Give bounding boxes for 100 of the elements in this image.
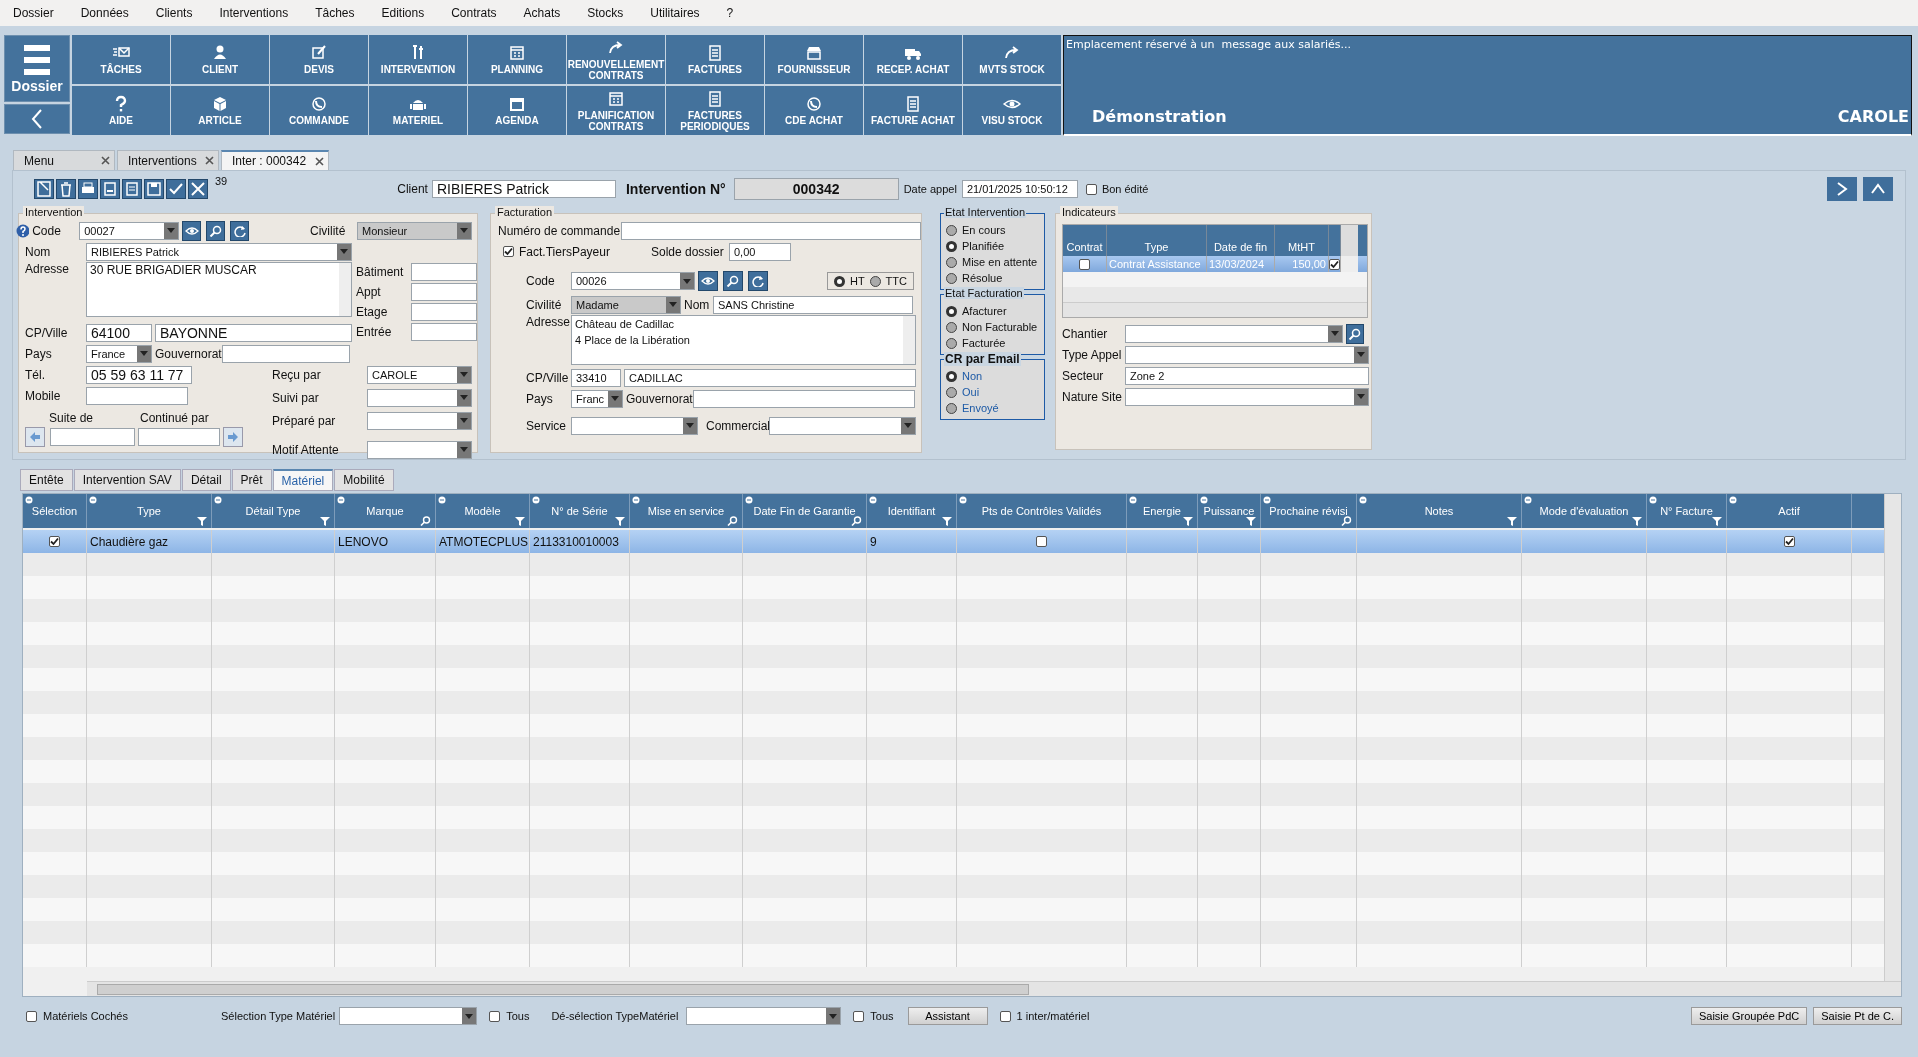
column-handle-icon[interactable] [25, 496, 33, 504]
column-handle-icon[interactable] [532, 496, 540, 504]
menu-item[interactable]: Interventions [206, 6, 303, 20]
checkbox[interactable] [1036, 536, 1047, 547]
up-button[interactable] [1863, 177, 1893, 201]
dropdown[interactable]: 00027 [79, 221, 180, 240]
toolbar-button[interactable]: RENOUVELLEMENT CONTRATS [567, 35, 665, 84]
column-header[interactable]: Type [87, 494, 212, 528]
radio-button[interactable] [946, 224, 957, 236]
document-tab[interactable]: Inter : 000342 [221, 150, 329, 170]
checkbox[interactable] [999, 1010, 1011, 1022]
column-header[interactable]: Modèle [436, 494, 530, 528]
dropdown[interactable] [367, 440, 472, 459]
horizontal-scrollbar[interactable] [1063, 302, 1367, 317]
search-icon[interactable] [727, 516, 738, 526]
address-field[interactable]: Château de Cadillac 4 Place de la Libération [571, 315, 916, 365]
dossier-button[interactable]: Dossier [4, 35, 70, 102]
eye-button[interactable] [698, 271, 718, 291]
dropdown[interactable] [1125, 324, 1343, 343]
dropdown[interactable] [1125, 387, 1369, 406]
column-handle-icon[interactable] [1200, 496, 1208, 504]
tab[interactable]: Détail [181, 469, 231, 491]
toolbar-button[interactable]: CDE ACHAT [765, 86, 863, 135]
print-button[interactable] [100, 179, 120, 199]
checkbox[interactable] [503, 246, 514, 257]
input-field[interactable]: 64100 [86, 323, 152, 342]
radio-button[interactable] [946, 305, 957, 317]
checkbox[interactable] [1079, 258, 1090, 270]
column-header[interactable]: Marque [335, 494, 436, 528]
close-icon[interactable] [315, 156, 324, 166]
column-header[interactable]: Notes [1357, 494, 1522, 528]
toolbar-button[interactable]: FACTURES PERIODIQUES [666, 86, 764, 135]
filter-icon[interactable] [197, 517, 207, 526]
column-header[interactable]: Détail Type [212, 494, 335, 528]
toolbar-button[interactable]: FACTURES [666, 35, 764, 84]
toolbar-button[interactable]: VISU STOCK [963, 86, 1061, 135]
input-field[interactable]: SANS Christine [713, 295, 913, 314]
dropdown[interactable] [686, 1007, 842, 1025]
column-handle-icon[interactable] [632, 496, 640, 504]
checkbox[interactable] [49, 536, 60, 547]
refresh-button[interactable] [230, 220, 250, 241]
menu-item[interactable]: Données [67, 6, 143, 20]
dropdown[interactable] [339, 1007, 478, 1025]
column-handle-icon[interactable] [1729, 496, 1737, 504]
column-header[interactable]: Sélection [23, 494, 87, 528]
checkbox[interactable] [1085, 183, 1097, 195]
menu-item[interactable]: ? [713, 6, 748, 20]
search-icon[interactable] [851, 516, 862, 526]
toolbar-button[interactable]: AIDE [72, 86, 170, 135]
column-header[interactable]: N° de Série [530, 494, 630, 528]
tab[interactable]: Mobilité [334, 469, 394, 491]
input-field[interactable] [50, 427, 135, 446]
input-field[interactable] [411, 303, 477, 321]
column-header[interactable]: Pts de Contrôles Validés [957, 494, 1127, 528]
input-field[interactable] [222, 344, 350, 363]
column-handle-icon[interactable] [1524, 496, 1532, 504]
filter-icon[interactable] [1507, 517, 1517, 526]
input-field[interactable]: 05 59 63 11 77 [86, 365, 192, 384]
dropdown[interactable]: CAROLE [367, 365, 472, 384]
input-field[interactable]: 21/01/2025 10:50:12 [961, 180, 1078, 198]
action-button[interactable]: Saisie Groupée PdC [1690, 1007, 1808, 1025]
toolbar-button[interactable]: ARTICLE [171, 86, 269, 135]
table-row[interactable]: Chaudière gaz LENOVO ATMOTECPLUS 2113310010003 9 [23, 530, 1884, 553]
vertical-scrollbar[interactable] [1884, 494, 1901, 982]
filter-icon[interactable] [615, 517, 625, 526]
menu-item[interactable]: Dossier [0, 6, 68, 20]
radio-button[interactable] [946, 256, 957, 268]
dropdown[interactable] [367, 411, 472, 430]
menu-item[interactable]: Contrats [438, 6, 511, 20]
tab[interactable]: Prêt [231, 469, 272, 491]
new-button[interactable] [34, 179, 54, 199]
close-icon[interactable] [101, 156, 110, 165]
dropdown[interactable]: Monsieur [357, 221, 472, 240]
column-header[interactable]: Puissance [1198, 494, 1261, 528]
search-button[interactable] [1346, 323, 1364, 344]
toolbar-button[interactable]: FOURNISSEUR [765, 35, 863, 84]
toolbar-button[interactable]: RECEP. ACHAT [864, 35, 962, 84]
column-handle-icon[interactable] [1129, 496, 1137, 504]
column-handle-icon[interactable] [1649, 496, 1657, 504]
search-icon[interactable] [1341, 516, 1352, 526]
dropdown[interactable] [571, 416, 698, 435]
menu-item[interactable]: Clients [142, 6, 207, 20]
print-button[interactable] [78, 179, 98, 199]
input-field[interactable]: CADILLAC [624, 368, 916, 387]
filter-icon[interactable] [1712, 517, 1722, 526]
column-handle-icon[interactable] [745, 496, 753, 504]
search-icon[interactable] [420, 516, 431, 526]
input-field[interactable] [693, 389, 915, 408]
refresh-button[interactable] [748, 271, 768, 291]
menu-item[interactable]: Editions [368, 6, 439, 20]
column-handle-icon[interactable] [337, 496, 345, 504]
horizontal-scrollbar[interactable] [87, 981, 1901, 996]
menu-item[interactable]: Achats [510, 6, 575, 20]
dropdown[interactable]: Franc [571, 389, 623, 408]
column-header[interactable]: Mise en service [630, 494, 743, 528]
radio-button[interactable] [869, 275, 881, 287]
filter-icon[interactable] [1632, 517, 1642, 526]
help-icon[interactable] [16, 223, 30, 238]
menu-item[interactable]: Tâches [302, 6, 369, 20]
column-handle-icon[interactable] [1263, 496, 1271, 504]
